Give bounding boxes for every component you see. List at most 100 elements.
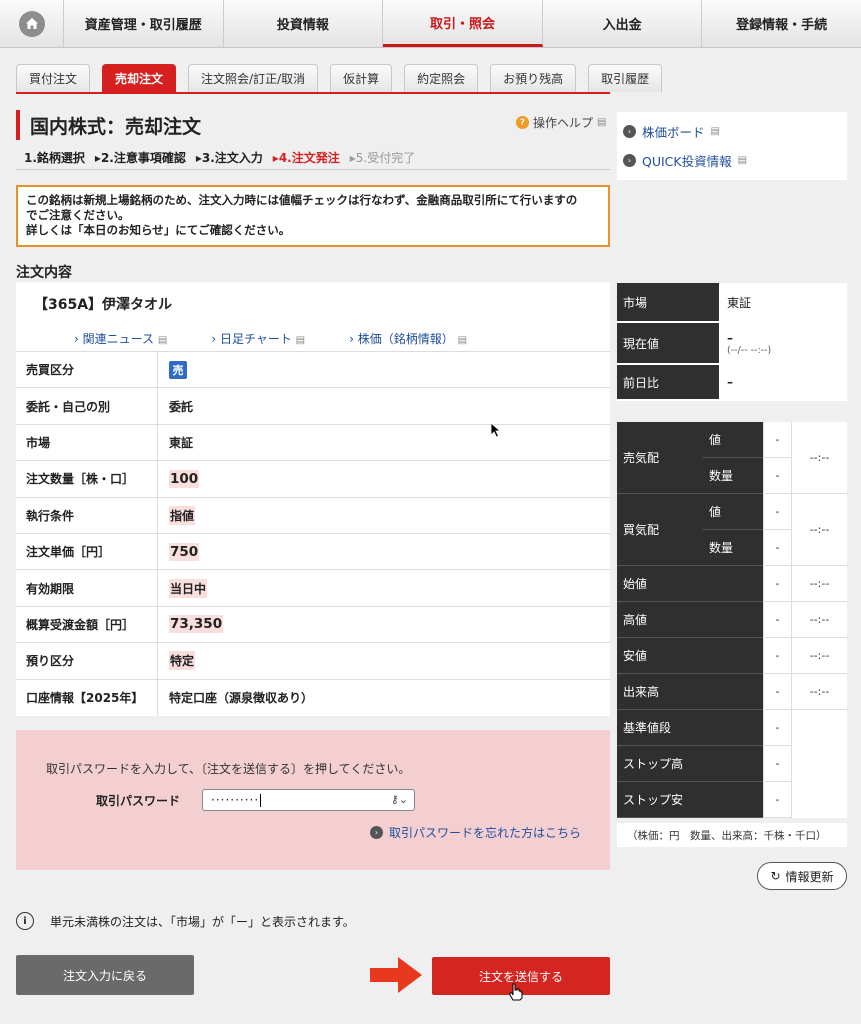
row-key: 注文単価［円］ [16,533,158,570]
price-value: 750 [169,542,200,561]
tab-order-inquiry[interactable]: 注文照会/訂正/取消 [188,64,319,92]
quick-info-link[interactable]: › QUICK投資情報 ▤ [623,151,841,170]
key-icon[interactable]: ⚷⌄ [391,793,408,806]
quote-unit-note: （株価：円 数量、出来高：千株・千口） [617,823,847,847]
tab-simulation[interactable]: 仮計算 [330,64,393,92]
home-button[interactable] [0,0,64,47]
table-row: 口座情報【2025年】 特定口座（源泉徴収あり） [16,679,610,716]
row-value: 売 [158,352,610,387]
info-note: i 単元未満株の注文は、「市場」が「ー」と表示されます。 [16,912,355,930]
tab-history[interactable]: 取引履歴 [588,64,663,92]
new-window-icon: ▤ [710,126,720,137]
mouse-pointer-icon [490,422,502,438]
quote-change: – [719,365,847,399]
ask-price-label: 値 [703,422,763,458]
stock-info-link[interactable]: › 株価（銘柄情報） ▤ [349,330,467,347]
table-row: 注文単価［円］ 750 [16,533,610,571]
quote-key: 前日比 [617,365,719,399]
password-input[interactable]: ·········· ⚷⌄ [202,789,415,811]
step-indicator: 1.銘柄選択 ▸2.注意事項確認 ▸3.注文入力 ▸4.注文発注 ▸5.受付完了 [16,146,610,170]
help-label: 操作ヘルプ [533,116,594,130]
row-key: 注文数量［株・口］ [16,461,158,497]
quote-market: 東証 [719,283,847,321]
arrow-right-icon [370,957,422,993]
bid-label: 買気配 [617,494,703,566]
table-row: 注文数量［株・口］ 100 [16,461,610,498]
ask-label: 売気配 [617,422,703,494]
chevron-right-icon: › [623,125,636,138]
question-icon: ? [516,116,529,129]
stock-board-link[interactable]: › 株価ボード ▤ [623,122,841,141]
nav-investment-info[interactable]: 投資情報 [224,0,384,47]
forgot-password-link[interactable]: › 取引パスワードを忘れた方はこちら [370,824,581,841]
stop-high-value: - [763,746,791,782]
high-value: - [763,602,791,638]
chevron-right-icon: › [623,154,636,167]
password-panel: 取引パスワードを入力して、〔注文を送信する〕を押してください。 取引パスワード … [16,730,610,870]
amount-value: 73,350 [169,615,224,634]
refresh-button[interactable]: ↻ 情報更新 [757,862,847,890]
tab-balance[interactable]: お預り残高 [490,64,577,92]
stop-high-label: ストップ高 [617,746,763,782]
stop-low-label: ストップ安 [617,782,763,818]
order-stock-header: 【365A】伊澤タオル › 関連ニュース ▤ › 日足チャート ▤ › 株価（銘… [16,282,610,352]
ask-time: --:-- [791,422,847,494]
open-label: 始値 [617,566,763,602]
row-value: 指値 [158,498,610,533]
nav-assets[interactable]: 資産管理・取引履歴 [64,0,224,47]
table-row: 市場 東証 [16,424,610,462]
quote-row: 市場 東証 [617,283,847,323]
row-key: 預り区分 [16,643,158,679]
bid-qty-label: 数量 [703,530,763,566]
quick-info-label: QUICK投資情報 [642,154,732,169]
tab-buy-order[interactable]: 買付注文 [16,64,91,92]
condition-value: 指値 [169,505,196,525]
help-link[interactable]: ? 操作ヘルプ ▤ [516,114,606,131]
sub-tabs: 買付注文 売却注文 注文照会/訂正/取消 仮計算 約定照会 お預り残高 取引履歴 [16,64,663,92]
quote-row: 現在値 – (--/-- --:--) [617,323,847,365]
quote-current: – (--/-- --:--) [719,323,847,363]
quote-board: 売気配 値 - --:-- 数量 - 買気配 値 - --:-- 数量 - 始値… [617,422,847,818]
order-table: 【365A】伊澤タオル › 関連ニュース ▤ › 日足チャート ▤ › 株価（銘… [16,282,610,716]
low-time: --:-- [791,638,847,674]
info-icon: i [16,912,34,930]
custody-value: 特定 [169,651,196,671]
tab-sell-order[interactable]: 売却注文 [102,64,177,92]
stock-links: › 関連ニュース ▤ › 日足チャート ▤ › 株価（銘柄情報） ▤ [34,330,592,347]
quantity-value: 100 [169,469,200,488]
high-label: 高値 [617,602,763,638]
low-label: 安値 [617,638,763,674]
quote-row: 前日比 – [617,365,847,401]
row-key: 売買区分 [16,352,158,388]
table-row: 有効期限 当日中 [16,570,610,607]
info-text: 単元未満株の注文は、「市場」が「ー」と表示されます。 [50,914,355,929]
nav-deposit[interactable]: 入出金 [543,0,703,47]
page-title: 国内株式：売却注文 [16,110,201,140]
forgot-password-label: 取引パスワードを忘れた方はこちら [389,826,582,840]
nav-account[interactable]: 登録情報・手続 [702,0,861,47]
step-1: 1.銘柄選択 [24,151,85,165]
row-value: 委託 [169,399,194,414]
ask-price: - [763,422,791,458]
tab-underline [16,92,610,94]
row-key: 概算受渡金額［円］ [16,606,158,643]
nav-trade[interactable]: 取引・照会 [383,0,543,47]
step-4-current: ▸4.注文発注 [272,151,340,165]
expiry-value: 当日中 [169,578,208,598]
row-key: 委託・自己の別 [16,388,158,424]
volume-value: - [763,674,791,710]
tab-execution-inquiry[interactable]: 約定照会 [404,64,479,92]
back-to-input-button[interactable]: 注文入力に戻る [16,955,194,995]
base-price-value: - [763,710,791,746]
new-window-icon: ▤ [597,117,607,128]
home-icon [18,10,45,37]
daily-chart-link[interactable]: › 日足チャート ▤ [211,330,305,347]
table-row: 執行条件 指値 [16,497,610,534]
ask-qty: - [763,458,791,494]
row-value: 73,350 [158,607,610,642]
empty-cell [791,710,847,818]
row-key: 市場 [16,424,158,461]
table-row: 概算受渡金額［円］ 73,350 [16,606,610,644]
sell-badge: 売 [169,360,187,379]
news-link[interactable]: › 関連ニュース ▤ [74,330,167,347]
